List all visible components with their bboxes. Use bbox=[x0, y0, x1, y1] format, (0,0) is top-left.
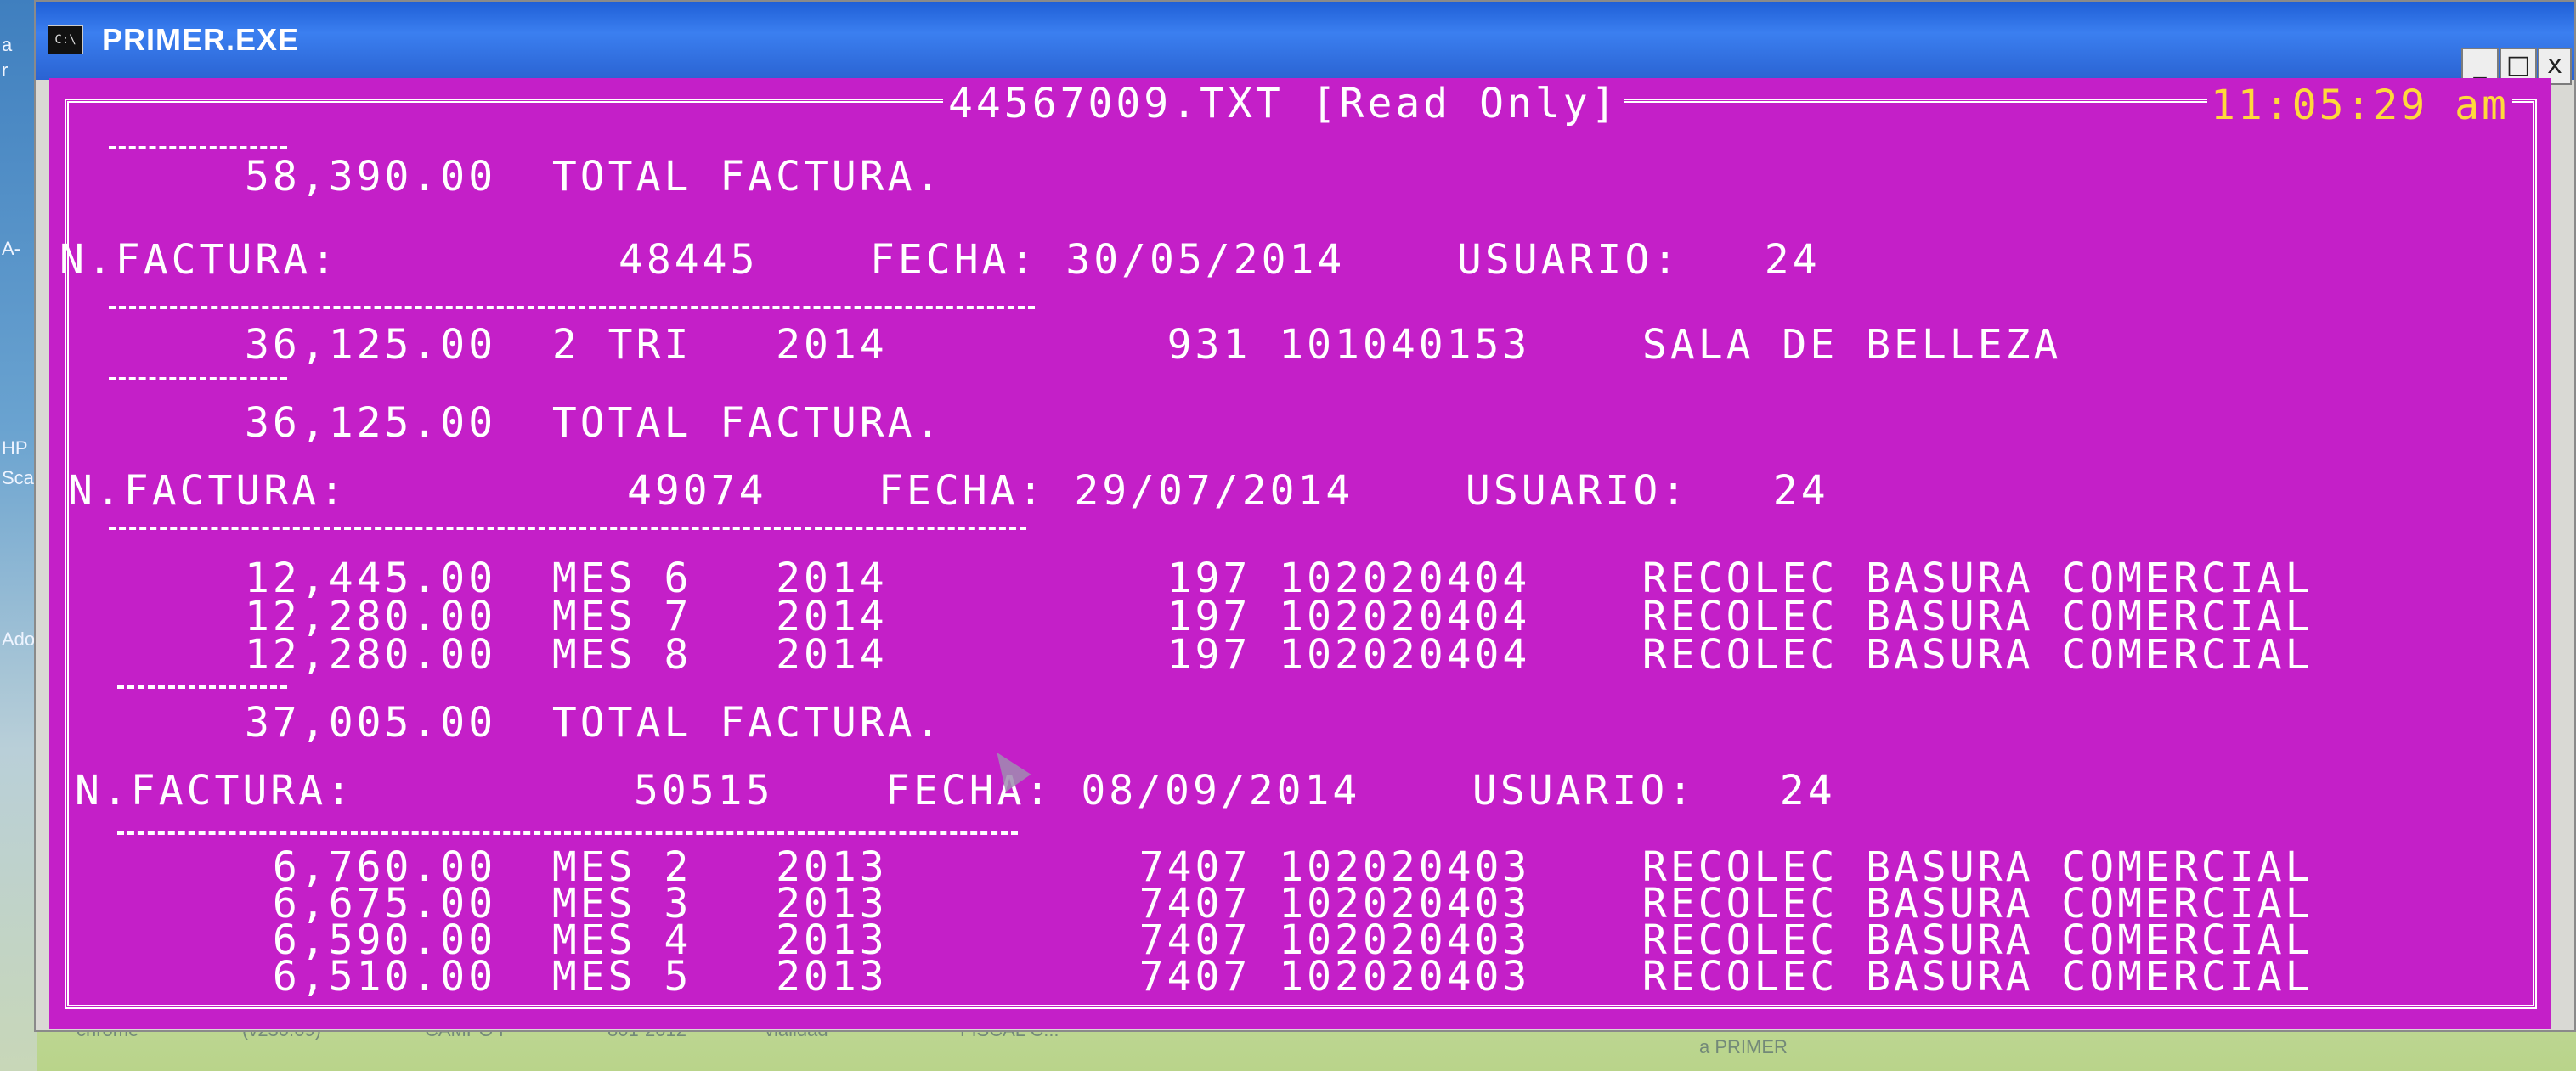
separator-line bbox=[109, 377, 287, 380]
invoice-total-line: 37,005.00 TOTAL FACTURA. bbox=[245, 699, 944, 747]
separator-line bbox=[109, 146, 287, 149]
invoice-header-line: N.FACTURA: 49074 FECHA: 29/07/2014 USUAR… bbox=[68, 467, 1829, 515]
console-screen[interactable]: 44567009.TXT [Read Only] 11:05:29 am 58,… bbox=[49, 78, 2551, 1029]
window-titlebar[interactable]: C:\ PRIMER.EXE bbox=[36, 2, 2574, 80]
desktop-label: Sca bbox=[2, 467, 34, 488]
invoice-header-line: N.FACTURA: 48445 FECHA: 30/05/2014 USUAR… bbox=[59, 236, 1821, 284]
desktop-label: a bbox=[2, 34, 13, 55]
desktop-label: r bbox=[2, 59, 8, 81]
invoice-item-line: 6,510.00 MES 5 2013 7407 102020403 RECOL… bbox=[245, 953, 2313, 1001]
desktop-label: Ado bbox=[2, 629, 36, 650]
invoice-item-line: 36,125.00 2 TRI 2014 931 101040153 SALA … bbox=[245, 321, 2062, 369]
desktop-left-strip bbox=[0, 0, 37, 1071]
separator-line bbox=[117, 685, 287, 689]
invoice-header-line: N.FACTURA: 50515 FECHA: 08/09/2014 USUAR… bbox=[75, 767, 1836, 815]
window-title: PRIMER.EXE bbox=[102, 22, 300, 57]
separator-line bbox=[117, 831, 1018, 835]
separator-line bbox=[109, 527, 1026, 530]
invoice-item-line: 12,280.00 MES 8 2014 197 102020404 RECOL… bbox=[245, 631, 2313, 679]
console-app-icon[interactable]: C:\ bbox=[48, 25, 83, 54]
invoice-total-line: 58,390.00 TOTAL FACTURA. bbox=[245, 153, 944, 200]
clock-readout: 11:05:29 am bbox=[2207, 82, 2512, 129]
file-title: 44567009.TXT [Read Only] bbox=[943, 80, 1624, 127]
desktop-label: HP bbox=[2, 437, 28, 459]
taskbar-item: a PRIMER bbox=[1699, 1036, 1788, 1057]
separator-line bbox=[109, 306, 1035, 309]
desktop-label: A- bbox=[2, 238, 20, 259]
invoice-total-line: 36,125.00 TOTAL FACTURA. bbox=[245, 399, 944, 447]
